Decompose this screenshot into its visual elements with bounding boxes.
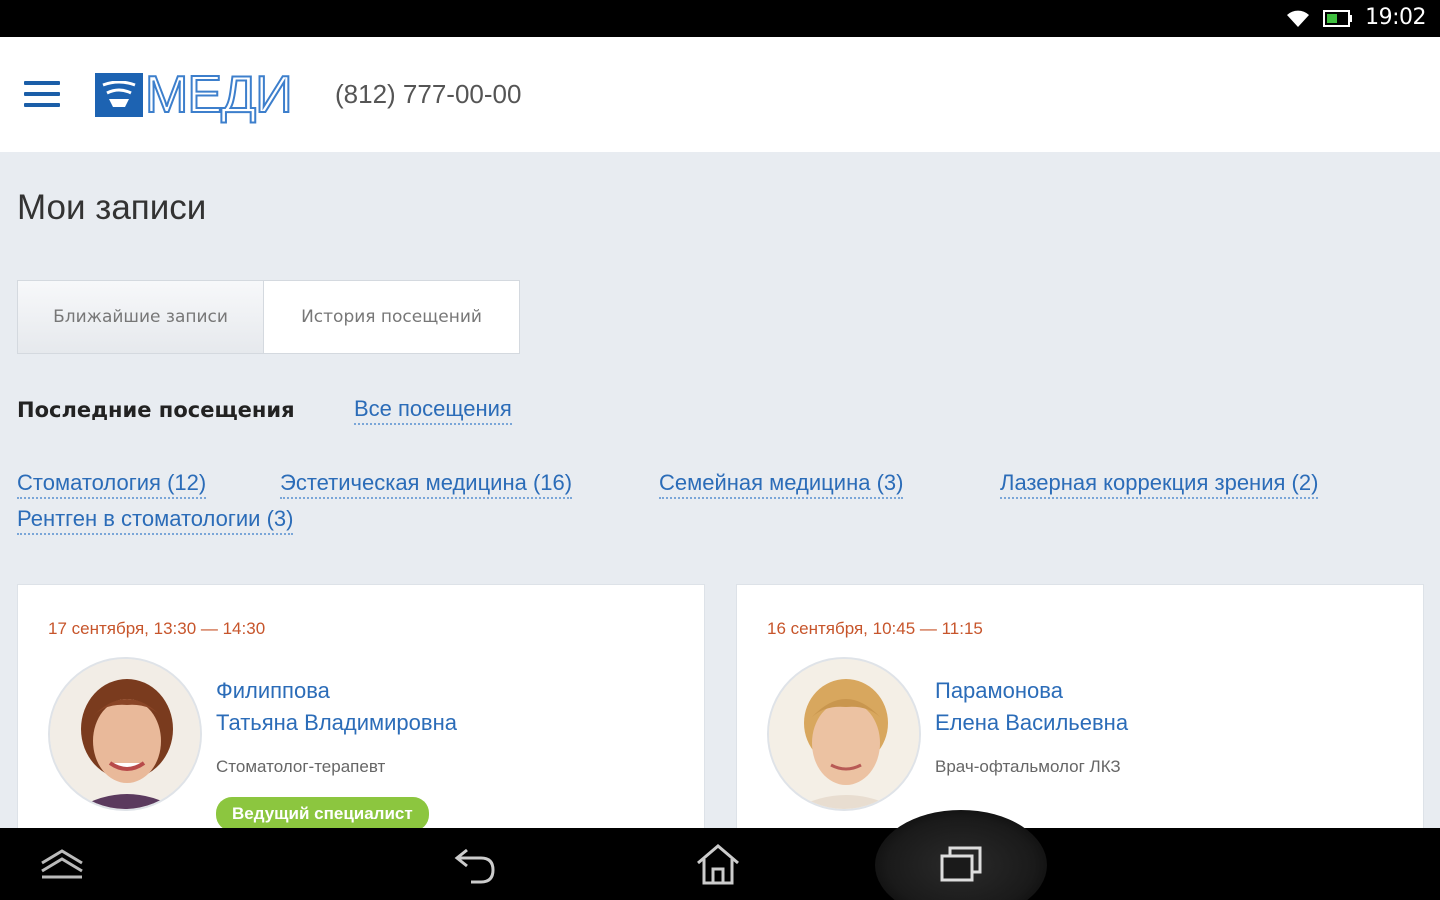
- doctor-name-link[interactable]: Филиппова Татьяна Владимировна: [216, 675, 457, 739]
- up-chevron-icon[interactable]: [22, 828, 102, 900]
- doctor-specialty: Стоматолог-терапевт: [216, 757, 386, 776]
- wifi-icon: [1285, 7, 1311, 29]
- category-link-xray[interactable]: Рентген в стоматологии (3): [17, 506, 294, 535]
- tab-history[interactable]: История посещений: [264, 281, 519, 353]
- doctor-first-name: Елена Васильевна: [935, 710, 1129, 735]
- category-link-laser[interactable]: Лазерная коррекция зрения (2): [1000, 470, 1319, 499]
- doctor-avatar: [767, 657, 921, 811]
- clock: 19:02: [1365, 5, 1426, 30]
- hamburger-menu-icon[interactable]: [24, 81, 60, 109]
- doctor-first-name: Татьяна Владимировна: [216, 710, 457, 735]
- all-visits-link[interactable]: Все посещения: [354, 396, 512, 425]
- visits-tabs: Ближайшие записи История посещений: [17, 280, 520, 354]
- page-title: Мои записи: [17, 188, 207, 227]
- tab-upcoming[interactable]: Ближайшие записи: [18, 281, 264, 353]
- visit-time: 17 сентября, 13:30 — 14:30: [48, 619, 266, 638]
- home-icon[interactable]: [678, 828, 758, 900]
- visit-time: 16 сентября, 10:45 — 11:15: [767, 619, 983, 638]
- doctor-last-name: Филиппова: [216, 678, 330, 703]
- doctor-specialty: Врач-офтальмолог ЛКЗ: [935, 757, 1121, 776]
- leading-specialist-badge: Ведущий специалист: [216, 797, 429, 831]
- back-icon[interactable]: [436, 828, 516, 900]
- logo-emblem-icon: [95, 73, 143, 117]
- status-bar: 19:02: [0, 0, 1440, 37]
- doctor-name-link[interactable]: Парамонова Елена Васильевна: [935, 675, 1128, 739]
- app-header: МЕДИ (812) 777-00-00: [0, 37, 1440, 152]
- status-icons: 19:02: [1285, 5, 1426, 30]
- phone-number[interactable]: (812) 777-00-00: [335, 79, 521, 110]
- category-link-dentistry[interactable]: Стоматология (12): [17, 470, 207, 499]
- system-nav-bar: [0, 810, 1440, 900]
- category-link-family[interactable]: Семейная медицина (3): [659, 470, 904, 499]
- doctor-last-name: Парамонова: [935, 678, 1063, 703]
- recent-visits-heading: Последние посещения: [17, 398, 295, 422]
- category-link-aesthetic[interactable]: Эстетическая медицина (16): [280, 470, 573, 499]
- recent-apps-icon[interactable]: [921, 828, 1001, 900]
- medi-logo[interactable]: МЕДИ: [95, 66, 294, 124]
- logo-text: МЕДИ: [144, 66, 294, 124]
- visit-card[interactable]: 16 сентября, 10:45 — 11:15 Парамонова Ел…: [736, 584, 1424, 844]
- battery-icon: [1323, 8, 1353, 28]
- doctor-avatar: [48, 657, 202, 811]
- visit-card[interactable]: 17 сентября, 13:30 — 14:30 Филиппова Тат…: [17, 584, 705, 844]
